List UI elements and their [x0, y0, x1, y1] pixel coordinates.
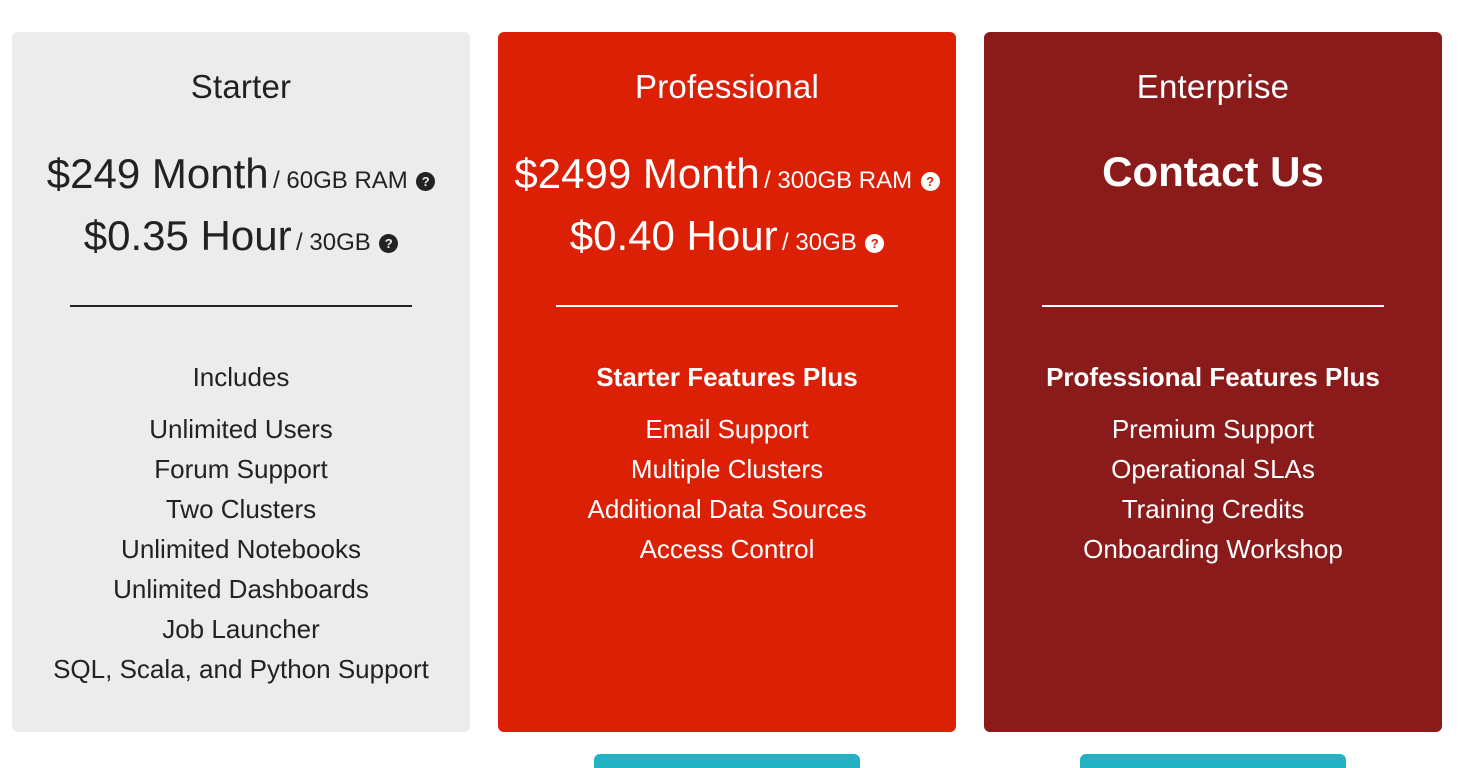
plan-title: Starter: [190, 68, 292, 105]
monthly-price-line: $2499 Month / 300GB RAM ?: [498, 150, 956, 198]
hourly-price-line: $0.40 Hour / 30GB ?: [498, 212, 956, 260]
contact-us-text: Contact Us: [1102, 148, 1324, 195]
hourly-price: $0.35 Hour: [83, 212, 292, 259]
feature-item: Unlimited Dashboards: [113, 574, 369, 604]
feature-item: SQL, Scala, and Python Support: [53, 654, 429, 684]
plan-title: Enterprise: [1136, 68, 1290, 105]
feature-item: Additional Data Sources: [587, 494, 867, 524]
feature-item: Email Support: [645, 414, 809, 444]
feature-list: Unlimited Users Forum Support Two Cluste…: [12, 412, 470, 692]
hourly-price: $0.40 Hour: [569, 212, 778, 259]
monthly-price: $2499 Month: [514, 150, 760, 197]
monthly-price-detail: / 300GB RAM: [764, 167, 913, 194]
help-icon[interactable]: ?: [416, 172, 436, 191]
feature-item: Multiple Clusters: [630, 454, 824, 484]
monthly-price-detail: / 60GB RAM: [273, 167, 408, 194]
monthly-price-line: $249 Month / 60GB RAM ?: [12, 150, 470, 198]
feature-item: Premium Support: [1111, 414, 1315, 444]
enterprise-cta-button[interactable]: [1080, 754, 1346, 768]
help-icon[interactable]: ?: [865, 234, 885, 253]
help-icon[interactable]: ?: [920, 172, 940, 191]
enterprise-plan-card: Enterprise Contact Us Professional Featu…: [984, 32, 1442, 732]
plan-title: Professional: [635, 68, 819, 105]
help-icon[interactable]: ?: [379, 234, 399, 253]
divider: [70, 305, 412, 307]
pricing-page: Starter $249 Month / 60GB RAM ? $0.35 Ho…: [0, 0, 1460, 768]
divider: [1042, 305, 1384, 307]
feature-item: Unlimited Notebooks: [121, 534, 361, 564]
professional-plan-card: Professional $2499 Month / 300GB RAM ? $…: [498, 32, 956, 732]
features-heading: Professional Features Plus: [1046, 362, 1380, 392]
feature-item: Training Credits: [1121, 494, 1305, 524]
feature-list: Premium Support Operational SLAs Trainin…: [984, 412, 1442, 572]
hourly-price-detail: / 30GB: [296, 229, 371, 256]
feature-list: Email Support Multiple Clusters Addition…: [498, 412, 956, 572]
feature-item: Two Clusters: [165, 494, 317, 524]
feature-item: Forum Support: [154, 454, 328, 484]
features-heading: Starter Features Plus: [596, 362, 858, 392]
feature-item: Job Launcher: [162, 614, 320, 644]
hourly-price-line: $0.35 Hour / 30GB ?: [12, 212, 470, 260]
feature-item: Operational SLAs: [1111, 454, 1315, 484]
feature-item: Access Control: [639, 534, 815, 564]
hourly-price-detail: / 30GB: [782, 229, 857, 256]
professional-cta-button[interactable]: [594, 754, 860, 768]
monthly-price: $249 Month: [46, 150, 269, 197]
features-heading: Includes: [192, 362, 290, 392]
starter-plan-card: Starter $249 Month / 60GB RAM ? $0.35 Ho…: [12, 32, 470, 732]
divider: [556, 305, 898, 307]
feature-item: Unlimited Users: [149, 414, 333, 444]
feature-item: Onboarding Workshop: [1083, 534, 1343, 564]
